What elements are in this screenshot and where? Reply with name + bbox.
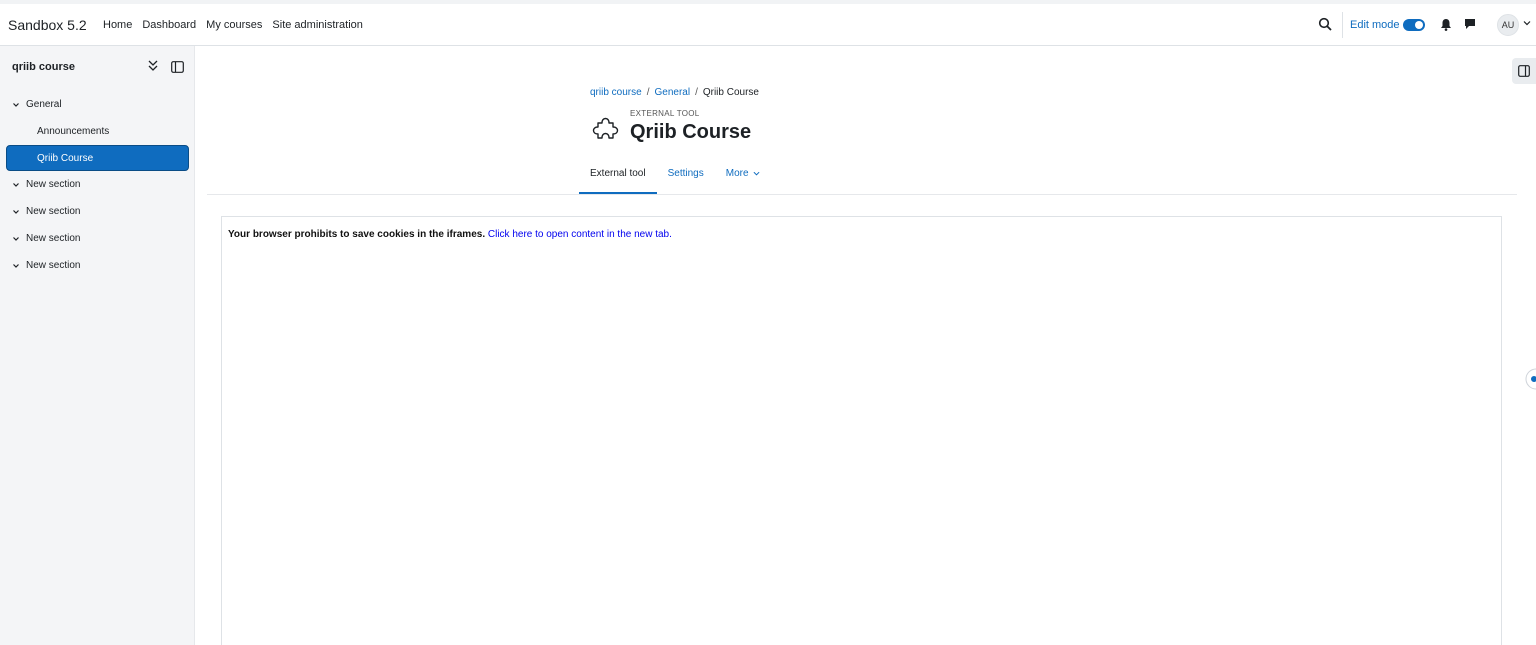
tab-label: Settings	[667, 168, 704, 179]
top-navbar: Sandbox 5.2 Home Dashboard My courses Si…	[0, 0, 1536, 46]
close-drawer-icon[interactable]	[171, 61, 184, 73]
block-drawer-icon	[1518, 65, 1530, 77]
chevron-down-icon[interactable]	[12, 235, 20, 243]
section-label: New section	[26, 206, 81, 217]
tab-external-tool[interactable]: External tool	[579, 160, 657, 194]
primary-navigation: Home Dashboard My courses Site administr…	[103, 19, 363, 31]
tabs-divider	[207, 194, 1517, 195]
course-index-item-announcements[interactable]: Announcements	[37, 126, 109, 137]
user-avatar[interactable]: AU	[1497, 14, 1519, 36]
toggle-knob	[1415, 21, 1423, 29]
chevron-down-icon[interactable]	[12, 181, 20, 189]
breadcrumb-separator: /	[646, 87, 650, 98]
course-index-title[interactable]: qriib course	[12, 61, 75, 73]
page-title: Qriib Course	[630, 121, 752, 143]
user-controls: Edit mode AU	[1306, 4, 1536, 46]
cookie-warning-text: Your browser prohibits to save cookies i…	[228, 229, 486, 240]
breadcrumb-course-link[interactable]: qriib course	[590, 87, 642, 98]
open-new-tab-link[interactable]: Click here to open content in the new ta…	[488, 229, 672, 240]
external-tool-iframe[interactable]: Your browser prohibits to save cookies i…	[221, 216, 1502, 645]
section-label: New section	[26, 233, 81, 244]
chevron-down-icon[interactable]	[1523, 19, 1531, 27]
nav-dashboard-link[interactable]: Dashboard	[142, 19, 196, 31]
edit-mode-label: Edit mode	[1350, 19, 1400, 31]
edit-mode-toggle[interactable]	[1403, 19, 1425, 31]
tab-label: More	[725, 168, 749, 179]
chevron-down-icon[interactable]	[12, 208, 20, 216]
breadcrumb-separator: /	[695, 87, 698, 98]
open-block-drawer-button[interactable]	[1512, 58, 1536, 84]
section-label: General	[26, 99, 62, 110]
section-general[interactable]: General	[12, 99, 62, 110]
nav-my-courses-link[interactable]: My courses	[206, 19, 262, 31]
bell-icon[interactable]	[1440, 18, 1452, 31]
chevron-down-icon	[753, 171, 760, 176]
floating-widget-icon[interactable]	[1523, 368, 1536, 390]
breadcrumb: qriib course / General / Qriib Course	[590, 87, 759, 98]
tab-more[interactable]: More	[715, 160, 772, 194]
chevron-down-icon[interactable]	[12, 262, 20, 270]
nav-site-administration-link[interactable]: Site administration	[272, 19, 363, 31]
site-brand[interactable]: Sandbox 5.2	[8, 17, 87, 33]
chevron-down-icon[interactable]	[12, 101, 20, 109]
tab-label: External tool	[590, 168, 646, 179]
section-new-2[interactable]: New section	[12, 206, 80, 217]
messages-icon[interactable]	[1464, 18, 1476, 30]
section-new-3[interactable]: New section	[12, 233, 80, 244]
section-label: New section	[26, 179, 81, 190]
section-new-1[interactable]: New section	[12, 179, 80, 190]
secondary-navigation: External tool Settings More	[579, 160, 771, 194]
nav-home-link[interactable]: Home	[103, 19, 132, 31]
section-new-4[interactable]: New section	[12, 260, 80, 271]
activity-type-label: EXTERNAL TOOL	[630, 109, 700, 118]
search-icon[interactable]	[1318, 17, 1332, 31]
breadcrumb-section-link[interactable]: General	[654, 87, 690, 98]
navbar-divider	[1342, 12, 1343, 38]
section-label: New section	[26, 260, 81, 271]
cookie-warning: Your browser prohibits to save cookies i…	[228, 229, 672, 240]
collapse-all-icon[interactable]	[148, 60, 158, 72]
puzzle-icon	[592, 117, 619, 139]
tab-settings[interactable]: Settings	[657, 160, 715, 194]
course-index-item-active[interactable]: Qriib Course	[6, 145, 189, 171]
course-index-drawer: qriib course General Announcements Qriib…	[0, 46, 195, 645]
breadcrumb-current: Qriib Course	[702, 87, 759, 98]
